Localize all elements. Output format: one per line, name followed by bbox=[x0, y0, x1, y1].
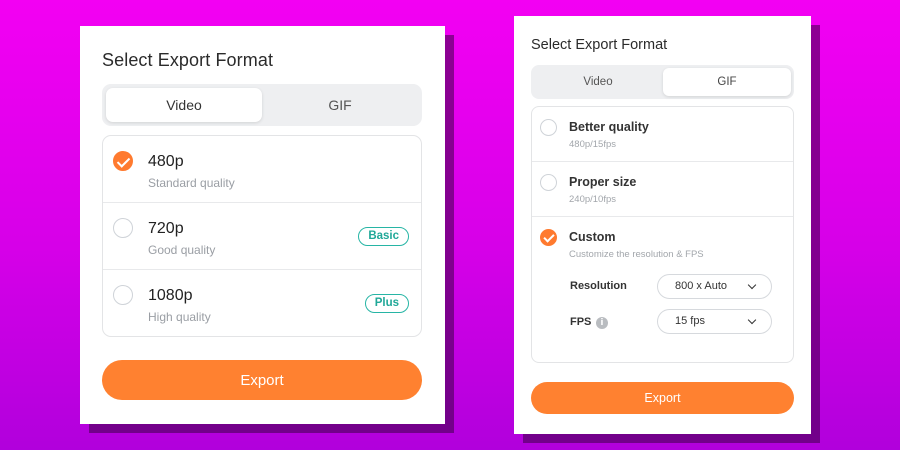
option-proper-size[interactable]: Proper size 240p/10fps bbox=[532, 162, 793, 217]
fps-select[interactable]: 15 fps bbox=[657, 309, 772, 334]
option-name: 1080p bbox=[148, 287, 193, 304]
option-description: Standard quality bbox=[148, 176, 235, 190]
radio-checked-icon[interactable] bbox=[113, 151, 133, 171]
format-tab-switch: Video GIF bbox=[102, 84, 422, 126]
option-name: Better quality bbox=[569, 120, 649, 134]
resolution-select[interactable]: 800 x Auto bbox=[657, 274, 772, 299]
option-description: 240p/10fps bbox=[569, 194, 617, 205]
radio-unchecked-icon[interactable] bbox=[113, 285, 133, 305]
fps-label: FPS bbox=[570, 316, 592, 328]
export-button[interactable]: Export bbox=[102, 360, 422, 400]
export-format-card-gif: Select Export Format Video GIF Better qu… bbox=[514, 16, 811, 434]
resolution-value: 800 x Auto bbox=[675, 280, 727, 292]
radio-unchecked-icon[interactable] bbox=[113, 218, 133, 238]
tab-video[interactable]: Video bbox=[106, 88, 262, 122]
tab-gif[interactable]: GIF bbox=[663, 68, 791, 96]
plan-badge-basic: Basic bbox=[358, 227, 409, 246]
card-title: Select Export Format bbox=[531, 37, 668, 53]
radio-checked-icon[interactable] bbox=[540, 229, 557, 246]
option-description: Customize the resolution & FPS bbox=[569, 249, 704, 260]
resolution-label: Resolution bbox=[570, 280, 627, 292]
format-tab-switch: Video GIF bbox=[531, 65, 794, 99]
option-description: 480p/15fps bbox=[569, 139, 617, 150]
gif-options-list: Better quality 480p/15fps Proper size 24… bbox=[531, 106, 794, 363]
radio-unchecked-icon[interactable] bbox=[540, 174, 557, 191]
info-icon[interactable]: i bbox=[596, 317, 608, 329]
option-description: Good quality bbox=[148, 243, 216, 257]
radio-unchecked-icon[interactable] bbox=[540, 119, 557, 136]
export-format-card-video: Select Export Format Video GIF 480p Stan… bbox=[80, 26, 445, 424]
chevron-down-icon bbox=[747, 315, 757, 325]
chevron-down-icon bbox=[747, 280, 757, 290]
plan-badge-plus: Plus bbox=[364, 294, 409, 313]
export-button[interactable]: Export bbox=[531, 382, 794, 414]
option-name: Custom bbox=[569, 230, 616, 244]
option-name: 480p bbox=[148, 153, 184, 170]
tab-video[interactable]: Video bbox=[534, 68, 662, 96]
option-description: High quality bbox=[148, 310, 211, 324]
card-title: Select Export Format bbox=[102, 50, 274, 70]
option-custom[interactable]: Custom Customize the resolution & FPS Re… bbox=[532, 217, 793, 362]
option-480p[interactable]: 480p Standard quality bbox=[103, 136, 421, 203]
option-720p[interactable]: 720p Good quality Basic bbox=[103, 203, 421, 270]
option-1080p[interactable]: 1080p High quality Plus bbox=[103, 270, 421, 336]
option-better-quality[interactable]: Better quality 480p/15fps bbox=[532, 107, 793, 162]
tab-gif[interactable]: GIF bbox=[262, 88, 418, 122]
fps-value: 15 fps bbox=[675, 315, 705, 327]
resolution-options-list: 480p Standard quality 720p Good quality … bbox=[102, 135, 422, 337]
option-name: Proper size bbox=[569, 175, 637, 189]
option-name: 720p bbox=[148, 220, 184, 237]
